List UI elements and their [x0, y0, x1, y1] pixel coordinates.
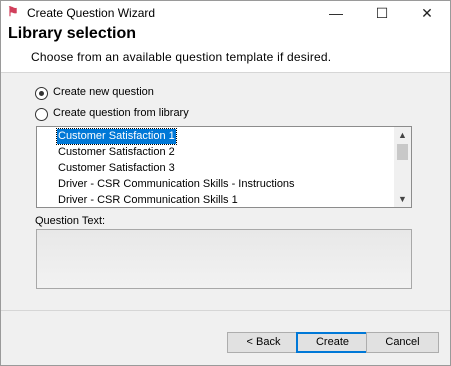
scroll-thumb[interactable]	[397, 144, 408, 160]
radio-button-unchecked[interactable]	[35, 108, 48, 121]
create-button[interactable]: Create	[296, 332, 369, 353]
page-title: Library selection	[8, 25, 137, 42]
maximize-button[interactable]: ☐	[359, 1, 405, 25]
wizard-header: Library selection Choose from an availab…	[1, 25, 450, 73]
question-text-field	[36, 229, 412, 289]
radio-button-checked[interactable]	[35, 87, 48, 100]
list-item[interactable]: Customer Satisfaction 3	[57, 161, 176, 176]
list-item[interactable]: Driver - CSR Communication Skills - Inst…	[57, 177, 296, 192]
radio-create-new-label[interactable]: Create new question	[53, 86, 154, 98]
question-text-label: Question Text:	[35, 215, 106, 227]
close-button[interactable]: ✕	[404, 1, 450, 25]
page-subtitle: Choose from an available question templa…	[31, 50, 332, 64]
wizard-window: ⚑ Create Question Wizard — ☐ ✕ Library s…	[0, 0, 451, 366]
list-item[interactable]: Customer Satisfaction 1	[56, 128, 177, 145]
minimize-button[interactable]: —	[313, 1, 359, 25]
list-item[interactable]: Customer Satisfaction 2	[57, 145, 176, 160]
radio-create-from-library-label[interactable]: Create question from library	[53, 107, 189, 119]
cancel-button[interactable]: Cancel	[366, 332, 439, 353]
app-logo-icon: ⚑	[7, 4, 19, 19]
window-title: Create Question Wizard	[27, 6, 156, 20]
footer-divider	[1, 310, 450, 311]
listbox-scrollbar[interactable]: ▲ ▼	[394, 127, 411, 207]
scroll-up-icon[interactable]: ▲	[394, 127, 411, 143]
library-listbox[interactable]: Customer Satisfaction 1 Customer Satisfa…	[36, 126, 412, 208]
back-button[interactable]: < Back	[227, 332, 300, 353]
list-item[interactable]: Driver - CSR Communication Skills 1	[57, 193, 239, 207]
scroll-down-icon[interactable]: ▼	[394, 191, 411, 207]
title-bar: ⚑ Create Question Wizard — ☐ ✕	[1, 1, 450, 25]
